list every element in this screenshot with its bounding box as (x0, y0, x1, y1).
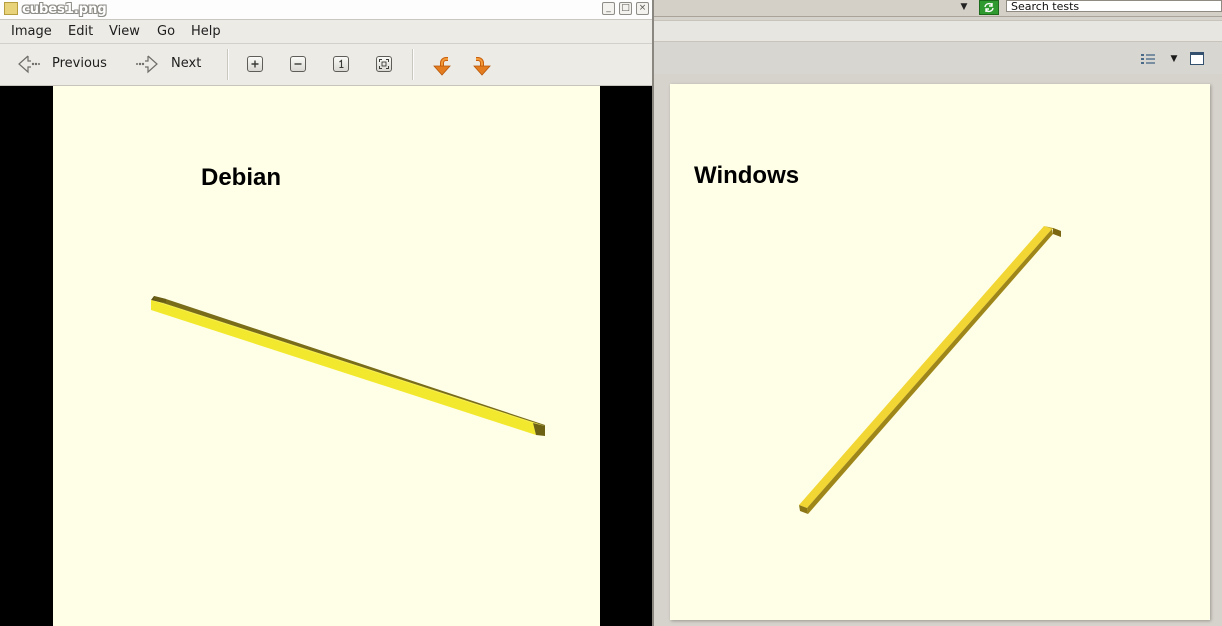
toolbar: Previous Next (0, 44, 652, 86)
minimize-button[interactable]: _ (602, 2, 615, 15)
menu-go[interactable]: Go (157, 20, 175, 43)
list-view-icon[interactable] (1140, 52, 1156, 66)
debian-bar-top-face (151, 300, 545, 426)
previous-label: Previous (52, 56, 107, 71)
windows-render-image: Windows (670, 84, 1210, 620)
image-file-icon (4, 2, 18, 15)
zoom-out-button[interactable] (290, 56, 306, 72)
refresh-icon[interactable] (979, 0, 999, 15)
windows-bar-top-face (799, 226, 1052, 508)
rotate-right-icon[interactable] (472, 54, 494, 76)
zoom-in-button[interactable] (247, 56, 263, 72)
menu-view[interactable]: View (109, 20, 140, 43)
maximize-button[interactable]: □ (619, 2, 632, 15)
debian-bar-long-face (151, 300, 536, 435)
zoom-fit-icon (379, 59, 389, 69)
rotate-left-icon[interactable] (430, 54, 452, 76)
zoom-normal-icon (339, 59, 344, 69)
zoom-normal-button[interactable] (333, 56, 349, 72)
search-tests-input[interactable]: Search tests (1006, 0, 1222, 13)
debian-render-image: Debian (53, 86, 600, 626)
image-viewer-window: cubes1.png _ □ × Image Edit View Go Help… (0, 0, 654, 626)
forward-arrow-icon (136, 55, 158, 74)
view-options-dropdown-icon[interactable]: ▼ (1168, 52, 1180, 66)
next-button[interactable]: Next (132, 48, 218, 81)
menu-image[interactable]: Image (11, 20, 52, 43)
window-title: cubes1.png (22, 2, 107, 17)
zoom-fit-button[interactable] (376, 56, 392, 72)
right-tab-strip (654, 20, 1222, 42)
windows-bar-end-face (1053, 228, 1061, 237)
next-label: Next (171, 56, 202, 71)
title-bar[interactable]: cubes1.png _ □ × (0, 0, 652, 20)
menu-bar: Image Edit View Go Help (0, 20, 652, 44)
panel-toggle-icon[interactable] (1190, 52, 1204, 65)
right-top-bar: ▼ Search tests (654, 0, 1222, 17)
background-window: ▼ Search tests ▼ Windows (654, 0, 1222, 626)
toolbar-separator (227, 49, 229, 80)
windows-bar-side-face (807, 229, 1053, 514)
back-arrow-icon (18, 55, 40, 74)
menu-help[interactable]: Help (191, 20, 221, 43)
debian-bar-image (151, 296, 545, 436)
debian-bar-side-face (163, 299, 545, 426)
zoom-in-icon (251, 60, 259, 68)
windows-bar-image (799, 226, 1061, 514)
previous-button[interactable]: Previous (12, 48, 112, 81)
combo-dropdown-arrow-icon[interactable]: ▼ (958, 0, 970, 14)
zoom-out-icon (294, 63, 302, 65)
menu-edit[interactable]: Edit (68, 20, 93, 43)
toolbar-separator (412, 49, 414, 80)
close-button[interactable]: × (636, 2, 649, 15)
right-toolbar: ▼ (654, 42, 1222, 74)
